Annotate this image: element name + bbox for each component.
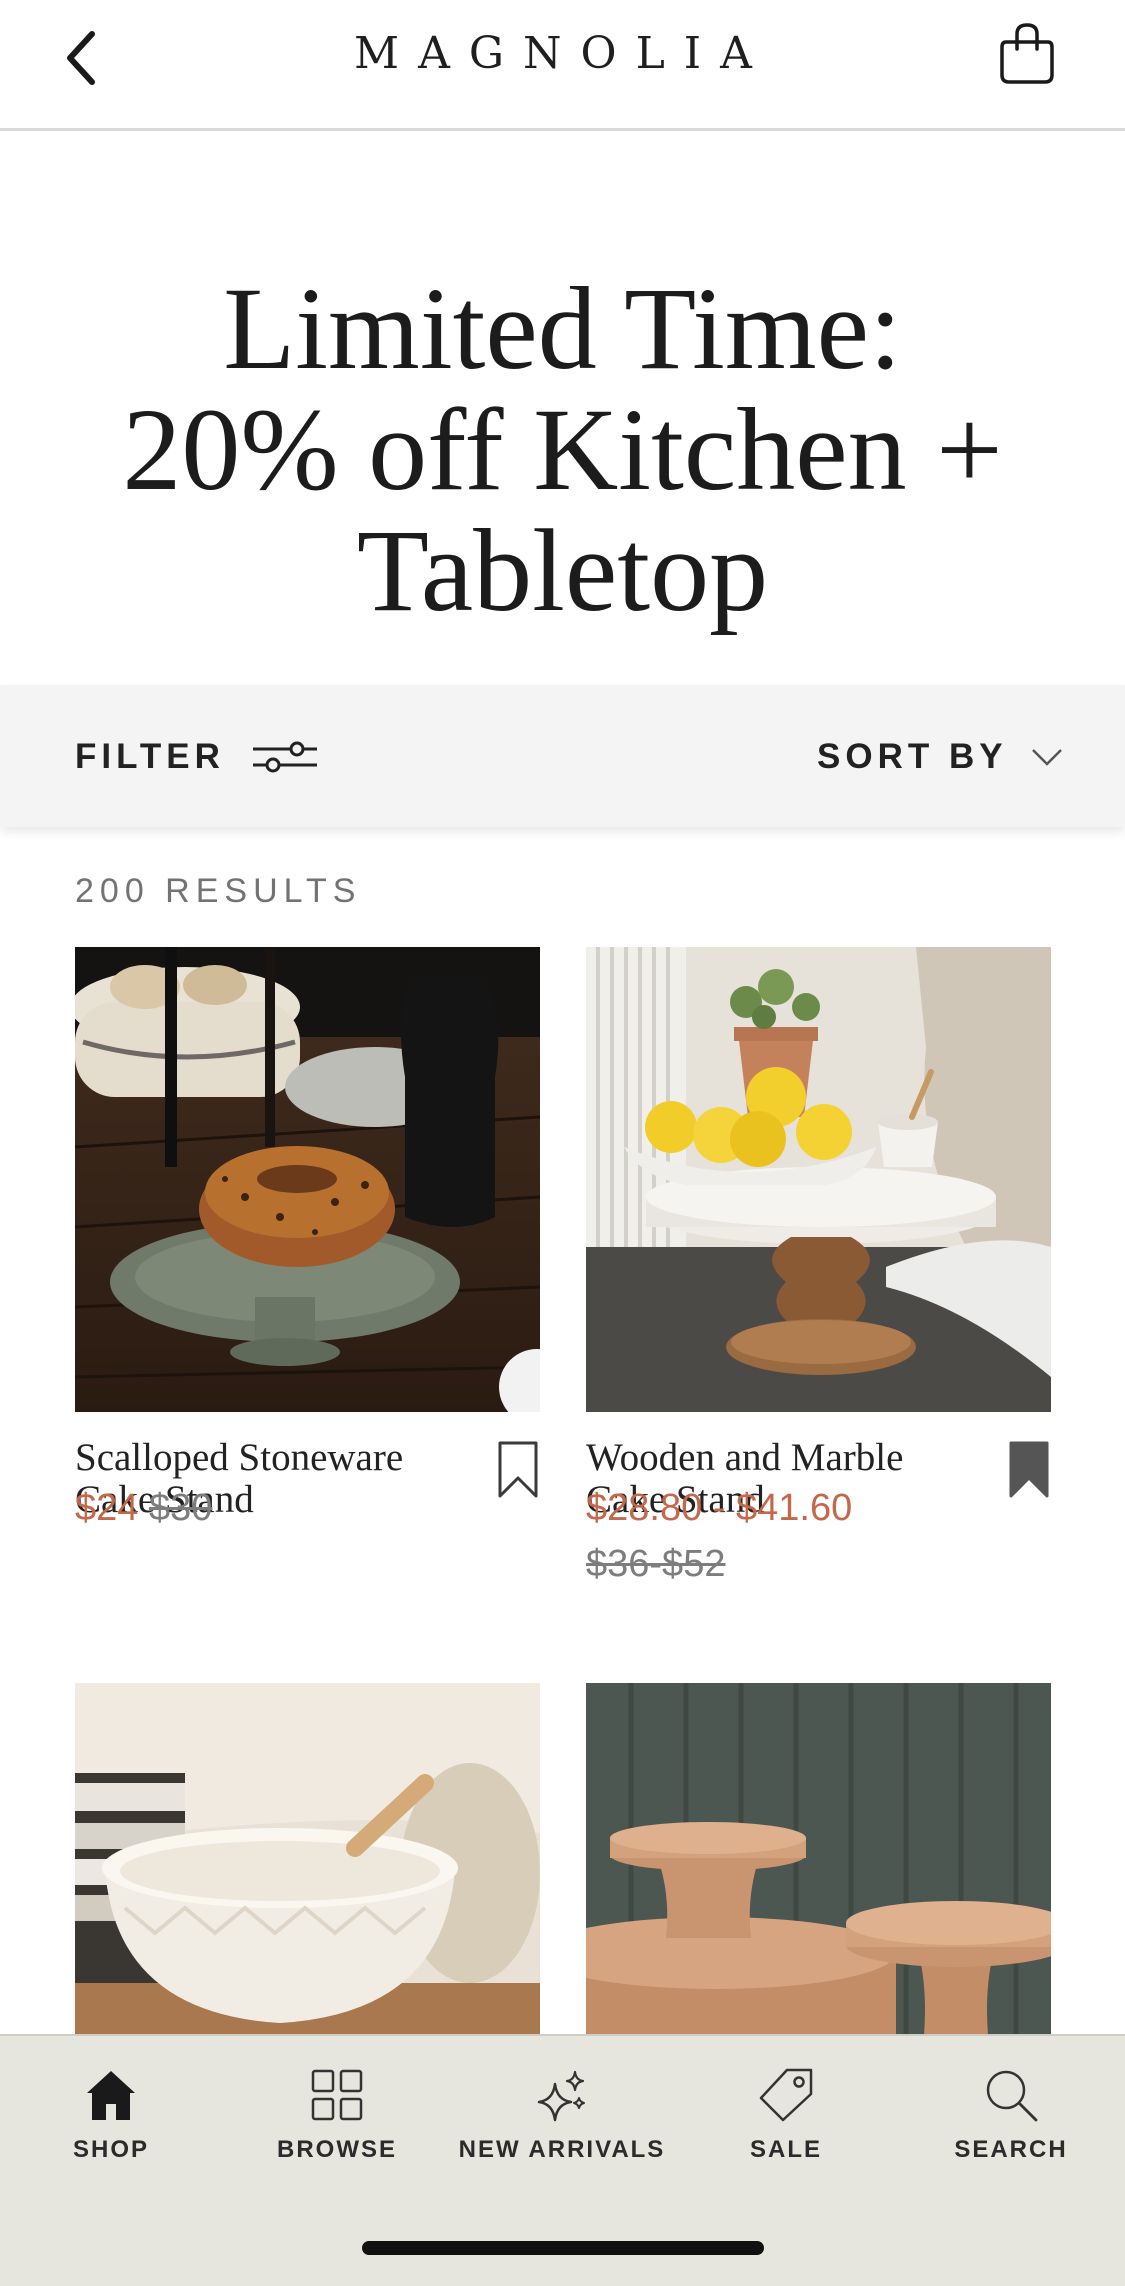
product-price: $28.80 - $41.60 $36-$52 xyxy=(586,1480,1051,1592)
tab-browse[interactable]: BROWSE xyxy=(227,2066,447,2196)
product-image[interactable] xyxy=(75,947,540,1412)
promo-title-line: 20% off Kitchen + xyxy=(122,384,1003,515)
wooden-pedestals-image xyxy=(586,1683,1051,2035)
tab-label: SHOP xyxy=(72,2136,149,2163)
product-image[interactable] xyxy=(75,1683,540,2035)
promo-title-line: Limited Time: xyxy=(223,263,902,394)
tab-label: SEARCH xyxy=(954,2136,1068,2163)
product-price: $24 $30 xyxy=(75,1480,540,1536)
results-count: 200 RESULTS xyxy=(75,872,362,910)
filter-label: FILTER xyxy=(75,737,225,776)
product-name-line: Wooden and Marble xyxy=(586,1436,904,1479)
product-image[interactable] xyxy=(586,947,1051,1412)
tab-label: BROWSE xyxy=(277,2136,397,2163)
search-icon xyxy=(986,2070,1038,2122)
filter-button[interactable]: FILTER xyxy=(75,729,319,785)
home-indicator[interactable] xyxy=(362,2241,764,2255)
tab-sale[interactable]: SALE xyxy=(676,2066,896,2196)
sliders-icon xyxy=(252,741,317,773)
sale-price: $28.80 - $41.60 xyxy=(586,1487,853,1529)
lemon-cake-stand-image xyxy=(586,947,1051,1412)
tab-label: SALE xyxy=(749,2136,822,2163)
brand-logo[interactable]: MAGNOLIA xyxy=(0,28,1125,79)
product-image[interactable] xyxy=(586,1683,1051,2035)
filter-sort-bar: FILTER SORT BY xyxy=(0,685,1125,827)
tab-search[interactable]: SEARCH xyxy=(901,2066,1121,2196)
sparkle-icon xyxy=(537,2070,585,2122)
tag-icon xyxy=(759,2068,813,2122)
promo-title: Limited Time: 20% off Kitchen + Tabletop xyxy=(40,268,1085,631)
product-name-line: Scalloped Stoneware xyxy=(75,1436,404,1479)
mixing-bowl-image xyxy=(75,1683,540,2035)
chevron-down-icon xyxy=(1031,749,1062,766)
top-nav-bar: MAGNOLIA xyxy=(0,0,1125,131)
shopping-bag-icon xyxy=(1000,23,1054,84)
original-price: $36-$52 xyxy=(586,1543,726,1585)
tab-label: NEW ARRIVALS xyxy=(458,2136,666,2163)
tab-shop[interactable]: SHOP xyxy=(1,2066,221,2196)
sort-by-dropdown[interactable]: SORT BY xyxy=(817,729,1064,785)
grid-icon xyxy=(311,2069,363,2121)
tab-new-arrivals[interactable]: NEW ARRIVALS xyxy=(452,2066,672,2196)
promo-title-line: Tabletop xyxy=(356,505,769,636)
home-icon xyxy=(87,2071,135,2120)
sort-label: SORT BY xyxy=(817,737,1008,776)
shopping-bag-button[interactable] xyxy=(996,20,1058,86)
original-price: $30 xyxy=(148,1487,213,1529)
bundt-cake-image xyxy=(75,947,540,1412)
sale-price: $24 xyxy=(75,1487,139,1529)
